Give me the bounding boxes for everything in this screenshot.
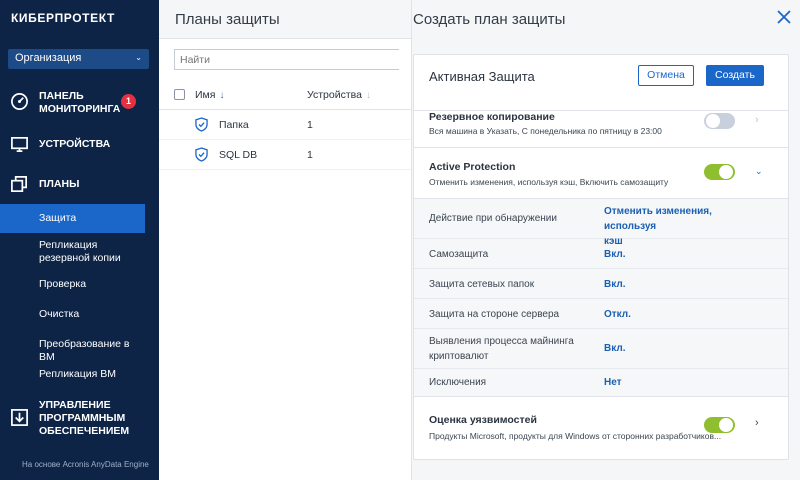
nav-plans-label: ПЛАНЫ bbox=[39, 178, 80, 190]
alert-count-badge: 1 bbox=[121, 94, 136, 109]
setting-value-link[interactable]: Откл. bbox=[604, 307, 764, 322]
plans-icon bbox=[11, 176, 28, 193]
create-button[interactable]: Создать bbox=[706, 65, 764, 86]
column-devices-header[interactable]: Устройства ↓ bbox=[307, 89, 371, 101]
gauge-icon bbox=[11, 93, 28, 110]
setting-row-server-side[interactable]: Защита на стороне сервера Откл. bbox=[414, 299, 788, 329]
plans-header: Планы защиты bbox=[159, 0, 411, 39]
close-icon[interactable] bbox=[775, 8, 793, 26]
vulnerability-title: Оценка уязвимостей bbox=[429, 414, 537, 426]
plan-card: Активная Защита Отмена Создать Резервное… bbox=[413, 54, 789, 460]
setting-label: Исключения bbox=[429, 377, 487, 388]
setting-row-exclusions[interactable]: Исключения Нет bbox=[414, 369, 788, 396]
setting-row-cryptomining[interactable]: Выявления процесса майнинга криптовалют … bbox=[414, 329, 788, 369]
create-plan-title: Создать план защиты bbox=[413, 11, 566, 28]
active-protection-title: Active Protection bbox=[429, 161, 516, 173]
nav-item-devices[interactable]: УСТРОЙСТВА bbox=[0, 134, 159, 156]
nav-item-plans[interactable]: ПЛАНЫ bbox=[0, 174, 159, 196]
monitor-icon bbox=[11, 136, 28, 153]
plans-panel: Планы защиты Имя↓ Устройства↓ Папка 1 SQ… bbox=[159, 0, 411, 480]
plans-title: Планы защиты bbox=[175, 11, 280, 28]
search-input[interactable] bbox=[174, 49, 399, 70]
brand-logo: КИБЕРПРОТЕКТ bbox=[11, 11, 115, 25]
toggle-knob bbox=[719, 418, 733, 432]
setting-value-link[interactable]: Вкл. bbox=[604, 341, 764, 356]
active-protection-subtitle: Отменить изменения, используя кэш, Включ… bbox=[429, 177, 669, 187]
select-all-checkbox[interactable] bbox=[174, 89, 185, 100]
chevron-right-icon[interactable]: › bbox=[755, 114, 759, 126]
vulnerability-subtitle: Продукты Microsoft, продукты для Windows… bbox=[429, 431, 722, 441]
setting-label: Самозащита bbox=[429, 249, 489, 260]
shield-icon bbox=[195, 117, 208, 132]
setting-label-multiline: Выявления процесса майнинга криптовалют bbox=[429, 334, 574, 364]
setting-label: Защита на стороне сервера bbox=[429, 309, 560, 320]
engine-footer: На основе Acronis AnyData Engine bbox=[22, 460, 149, 469]
nav-monitoring-line1: ПАНЕЛЬ bbox=[39, 90, 84, 102]
sort-arrow-icon: ↓ bbox=[219, 90, 225, 101]
nav-software-line3: ОБЕСПЕЧЕНИЕМ bbox=[39, 425, 130, 437]
setting-value-line1: Отменить изменения, используя bbox=[604, 206, 712, 232]
software-download-icon bbox=[11, 409, 28, 426]
sub-replication-line2: резервной копии bbox=[39, 252, 121, 264]
plan-name: SQL DB bbox=[219, 149, 258, 161]
sub-replication-line1: Репликация bbox=[39, 239, 98, 251]
divider bbox=[414, 147, 788, 148]
active-protection-toggle[interactable] bbox=[704, 164, 735, 180]
divider bbox=[414, 396, 788, 397]
backup-subtitle: Вся машина в Указать, С понедельника по … bbox=[429, 126, 662, 136]
plan-name-title[interactable]: Активная Защита bbox=[429, 69, 535, 84]
sub-item-protection[interactable]: Защита bbox=[0, 204, 145, 233]
chevron-right-icon[interactable]: › bbox=[755, 417, 759, 429]
setting-label-line2: криптовалют bbox=[429, 351, 489, 362]
column-name-label: Имя bbox=[195, 89, 216, 101]
sort-arrow-icon: ↓ bbox=[365, 90, 371, 101]
plans-table-header: Имя ↓ Устройства ↓ bbox=[159, 80, 411, 110]
organization-select[interactable]: Организация ⌄ bbox=[8, 49, 149, 69]
setting-value-link[interactable]: Вкл. bbox=[604, 247, 764, 262]
toggle-knob bbox=[719, 165, 733, 179]
table-row[interactable]: Папка 1 bbox=[159, 110, 411, 140]
active-protection-settings: Действие при обнаружении Отменить измене… bbox=[414, 199, 788, 396]
setting-row-self-protection[interactable]: Самозащита Вкл. bbox=[414, 239, 788, 269]
sub-item-vm-conversion[interactable]: Преобразование в ВМ bbox=[0, 338, 145, 364]
toggle-knob bbox=[706, 114, 720, 128]
setting-row-detection-action[interactable]: Действие при обнаружении Отменить измене… bbox=[414, 199, 788, 247]
nav-item-software-management[interactable]: УПРАВЛЕНИЕ ПРОГРАММНЫМ ОБЕСПЕЧЕНИЕМ bbox=[0, 398, 159, 440]
chevron-down-icon: ⌄ bbox=[135, 53, 142, 62]
setting-value-link[interactable]: Нет bbox=[604, 375, 764, 390]
setting-label: Защита сетевых папок bbox=[429, 279, 535, 290]
sub-item-cleanup[interactable]: Очистка bbox=[0, 308, 145, 321]
create-plan-panel: Создать план защиты Активная Защита Отме… bbox=[411, 0, 800, 480]
setting-value-link[interactable]: Вкл. bbox=[604, 277, 764, 292]
sidebar: КИБЕРПРОТЕКТ Организация ⌄ ПАНЕЛЬ МОНИТО… bbox=[0, 0, 159, 480]
shield-icon bbox=[195, 147, 208, 162]
nav-devices-label: УСТРОЙСТВА bbox=[39, 138, 111, 150]
plan-device-count: 1 bbox=[307, 119, 313, 131]
organization-select-label: Организация bbox=[15, 52, 82, 64]
setting-row-network-folders[interactable]: Защита сетевых папок Вкл. bbox=[414, 269, 788, 299]
nav-monitoring-line2: МОНИТОРИНГА bbox=[39, 103, 121, 115]
table-row[interactable]: SQL DB 1 bbox=[159, 140, 411, 170]
column-devices-label: Устройства bbox=[307, 89, 362, 101]
vulnerability-toggle[interactable] bbox=[704, 417, 735, 433]
cancel-button[interactable]: Отмена bbox=[638, 65, 694, 86]
nav-software-line2: ПРОГРАММНЫМ bbox=[39, 412, 126, 424]
plan-name: Папка bbox=[219, 119, 249, 131]
setting-label: Действие при обнаружении bbox=[429, 213, 557, 224]
sub-item-validation[interactable]: Проверка bbox=[0, 278, 145, 291]
backup-toggle[interactable] bbox=[704, 113, 735, 129]
sub-item-vm-replication[interactable]: Репликация ВМ bbox=[0, 368, 145, 381]
column-name-header[interactable]: Имя ↓ bbox=[195, 89, 224, 101]
backup-title: Резервное копирование bbox=[429, 111, 555, 123]
sub-item-backup-replication[interactable]: Репликация резервной копии bbox=[0, 239, 145, 265]
nav-item-monitoring[interactable]: ПАНЕЛЬ МОНИТОРИНГА 1 bbox=[0, 88, 159, 122]
setting-label-line1: Выявления процесса майнинга bbox=[429, 336, 574, 347]
chevron-down-icon[interactable]: ⌄ bbox=[755, 166, 763, 177]
nav-software-line1: УПРАВЛЕНИЕ bbox=[39, 399, 111, 411]
plan-device-count: 1 bbox=[307, 149, 313, 161]
